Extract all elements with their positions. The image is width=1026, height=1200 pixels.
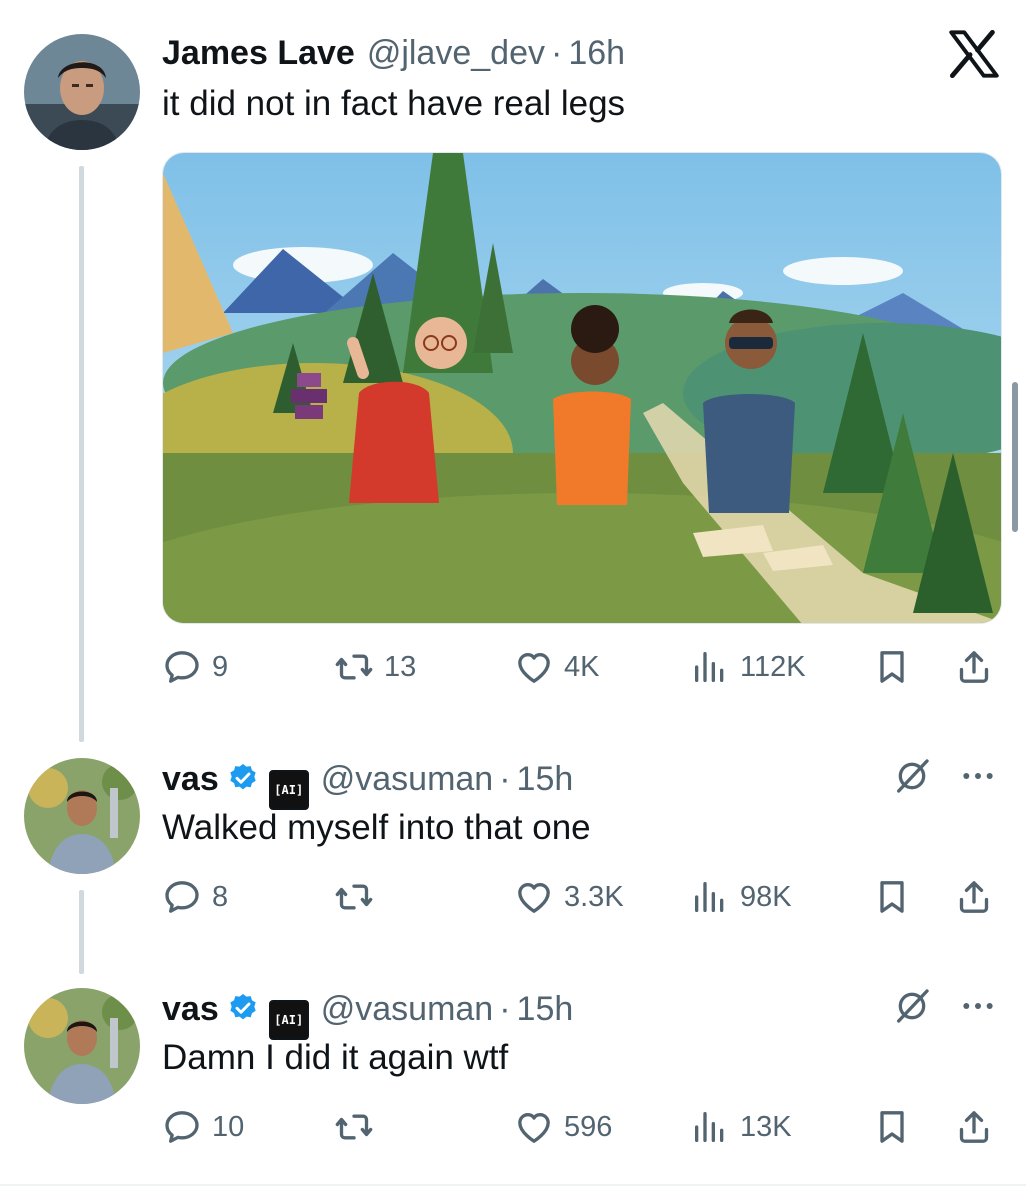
affiliate-badge[interactable]: [AI] (268, 770, 309, 810)
heart-icon (514, 647, 554, 687)
like-count: 4K (564, 650, 600, 683)
reply-button[interactable]: 10 (162, 1102, 244, 1152)
like-count: 596 (564, 1110, 613, 1143)
avatar[interactable] (24, 34, 140, 150)
separator: · (499, 760, 511, 798)
handle[interactable]: @vasuman (321, 990, 493, 1029)
views-icon (690, 877, 730, 917)
media-illustration (163, 153, 1001, 623)
tweet-header: vas [AI] @vasuman · 15h (162, 988, 574, 1040)
views-button[interactable]: 98K (690, 872, 792, 922)
display-name[interactable]: vas (162, 990, 219, 1029)
thread-line (79, 890, 84, 974)
display-name[interactable]: James Lave (162, 34, 355, 73)
avatar[interactable] (24, 758, 140, 874)
action-bar: 9 13 4K 112K (162, 642, 1002, 692)
share-icon (954, 1107, 994, 1147)
verified-icon (227, 762, 259, 794)
handle[interactable]: @jlave_dev (367, 34, 545, 73)
bookmark-button[interactable] (872, 1102, 912, 1152)
handle[interactable]: @vasuman (321, 760, 493, 799)
grok-icon[interactable] (892, 986, 932, 1026)
more-icon[interactable] (958, 756, 998, 796)
tweet-text: it did not in fact have real legs (162, 84, 626, 123)
reply-icon (162, 1107, 202, 1147)
repost-icon (334, 647, 374, 687)
media-image[interactable] (162, 152, 1002, 624)
heart-icon (514, 877, 554, 917)
action-bar: 8 3.3K 98K (162, 872, 1002, 922)
affiliate-badge[interactable]: [AI] (268, 1000, 309, 1040)
display-name[interactable]: vas (162, 760, 219, 799)
x-logo-icon[interactable] (948, 30, 1000, 78)
tweet-header: James Lave @jlave_dev · 16h (162, 34, 625, 73)
bookmark-button[interactable] (872, 872, 912, 922)
reply-count: 8 (212, 880, 229, 913)
like-button[interactable]: 3.3K (514, 872, 624, 922)
avatar[interactable] (24, 988, 140, 1104)
repost-icon (334, 877, 374, 917)
share-button[interactable] (954, 1102, 994, 1152)
grok-icon[interactable] (892, 756, 932, 796)
reply-count: 9 (212, 650, 229, 683)
more-icon[interactable] (958, 986, 998, 1026)
bookmark-button[interactable] (872, 642, 912, 692)
separator: · (499, 990, 511, 1028)
separator: · (550, 34, 563, 72)
repost-count: 13 (384, 650, 417, 683)
like-count: 3.3K (564, 880, 624, 913)
heart-icon (514, 1107, 554, 1147)
timestamp[interactable]: 16h (568, 34, 625, 73)
bookmark-icon (872, 647, 912, 687)
view-count: 98K (740, 880, 792, 913)
scrollbar[interactable] (1012, 382, 1018, 532)
views-button[interactable]: 112K (690, 642, 806, 692)
action-bar: 10 596 13K (162, 1102, 1002, 1152)
repost-button[interactable] (334, 872, 384, 922)
repost-icon (334, 1107, 374, 1147)
repost-button[interactable] (334, 1102, 384, 1152)
timestamp[interactable]: 15h (517, 990, 574, 1029)
share-icon (954, 647, 994, 687)
like-button[interactable]: 4K (514, 642, 599, 692)
share-button[interactable] (954, 642, 994, 692)
reply-count: 10 (212, 1110, 245, 1143)
view-count: 13K (740, 1110, 792, 1143)
reply-button[interactable]: 8 (162, 872, 228, 922)
share-icon (954, 877, 994, 917)
verified-icon (227, 992, 259, 1024)
share-button[interactable] (954, 872, 994, 922)
bookmark-icon (872, 877, 912, 917)
reply-icon (162, 647, 202, 687)
views-icon (690, 1107, 730, 1147)
thread-line (79, 166, 84, 742)
view-count: 112K (740, 650, 806, 683)
repost-button[interactable]: 13 (334, 642, 416, 692)
views-button[interactable]: 13K (690, 1102, 792, 1152)
reply-icon (162, 877, 202, 917)
tweet-text: Damn I did it again wtf (162, 1038, 509, 1077)
tweet-header: vas [AI] @vasuman · 15h (162, 758, 574, 810)
timestamp[interactable]: 15h (517, 760, 574, 799)
like-button[interactable]: 596 (514, 1102, 612, 1152)
reply-button[interactable]: 9 (162, 642, 228, 692)
tweet-text: Walked myself into that one (162, 808, 591, 847)
bookmark-icon (872, 1107, 912, 1147)
views-icon (690, 647, 730, 687)
divider (0, 1184, 1026, 1186)
